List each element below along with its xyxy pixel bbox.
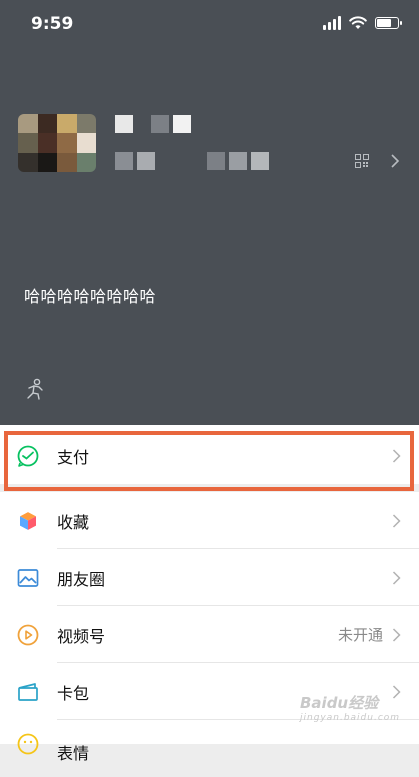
watermark-brand: Baidu经验 [300, 694, 379, 712]
chevron-right-icon[interactable] [390, 154, 400, 168]
sticker-smile-icon [17, 733, 39, 755]
moments-picture-icon [17, 568, 39, 587]
profile-header: 9:59 哈哈哈哈哈哈哈哈 [0, 0, 419, 425]
wechat-id-blurred [115, 152, 269, 170]
wifi-icon [349, 16, 367, 29]
menu-item-moments[interactable]: 朋友圈 [0, 549, 419, 606]
menu-item-value: 未开通 [337, 626, 383, 644]
favorites-cube-icon [19, 510, 37, 531]
menu-item-label: 收藏 [57, 512, 90, 532]
watermark-url: jingyan.baidu.com [300, 713, 401, 723]
chevron-right-icon [392, 570, 401, 585]
menu-item-label: 视频号 [57, 626, 106, 646]
signal-icon [323, 16, 341, 30]
menu-item-stickers[interactable]: 表情 [0, 720, 419, 777]
profile-status-text[interactable]: 哈哈哈哈哈哈哈哈 [24, 283, 156, 307]
avatar[interactable] [18, 114, 96, 172]
status-time: 9:59 [31, 14, 74, 34]
status-person-icon[interactable] [24, 378, 46, 400]
channels-play-icon [17, 624, 39, 645]
card-wallet-icon [18, 682, 38, 701]
watermark: Baidu经验 jingyan.baidu.com [300, 692, 400, 723]
menu-item-label: 朋友圈 [57, 569, 106, 589]
status-icons [323, 14, 402, 32]
status-bar: 9:59 [0, 0, 419, 44]
chevron-right-icon [392, 627, 401, 642]
menu-item-channels[interactable]: 视频号 未开通 [0, 606, 419, 663]
menu-item-label: 卡包 [57, 683, 90, 703]
highlight-box [4, 431, 414, 491]
qr-code-icon[interactable] [355, 154, 369, 168]
nickname-blurred [115, 115, 191, 133]
battery-icon [375, 17, 402, 29]
menu-item-favorites[interactable]: 收藏 [0, 492, 419, 549]
chevron-right-icon [392, 513, 401, 528]
